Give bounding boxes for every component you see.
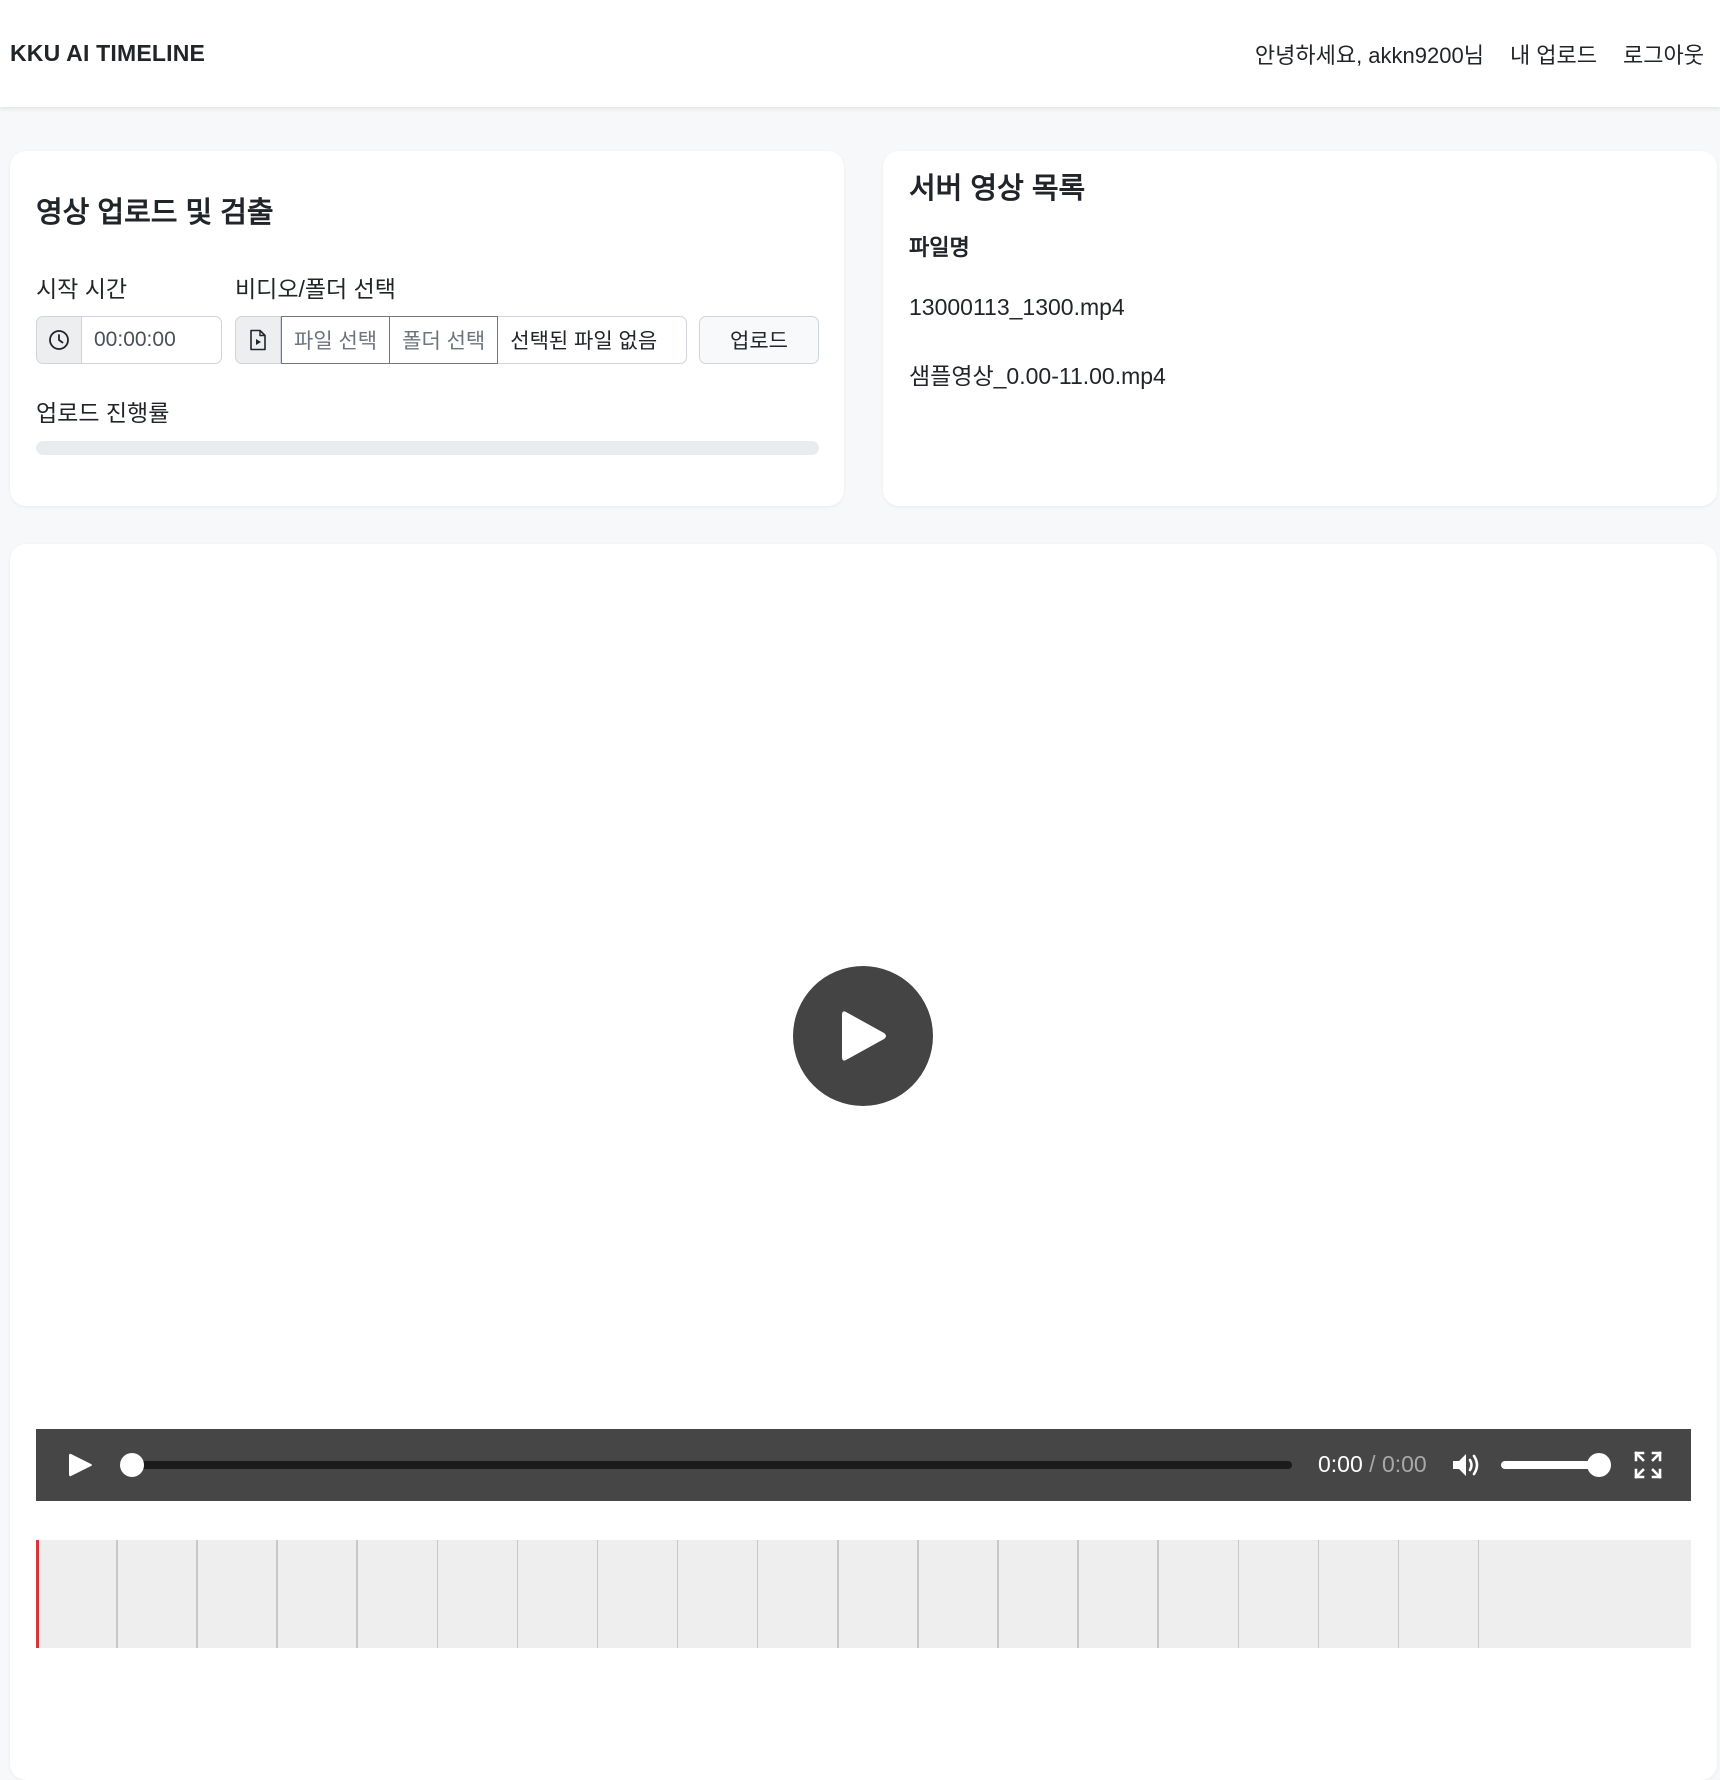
clock-icon — [36, 316, 82, 364]
server-file-item[interactable]: 13000113_1300.mp4 — [909, 294, 1125, 321]
timeline-tick — [1077, 1540, 1079, 1648]
timeline-tick — [516, 1540, 519, 1648]
volume-slider[interactable] — [1501, 1453, 1611, 1477]
duration-time: 0:00 — [1381, 1451, 1427, 1477]
timeline-tick — [756, 1540, 759, 1648]
video-file-icon — [235, 316, 281, 364]
upload-card: 영상 업로드 및 검출 시작 시간 비디오/폴더 선택 00:00:00 파일 … — [10, 151, 844, 506]
big-play-button[interactable] — [793, 966, 933, 1106]
fullscreen-icon — [1634, 1451, 1662, 1479]
time-separator: / — [1362, 1451, 1382, 1477]
seek-bar[interactable] — [120, 1453, 1292, 1477]
timeline-tick — [676, 1540, 679, 1648]
file-select-button[interactable]: 파일 선택 — [281, 316, 391, 364]
timeline-tick — [196, 1540, 198, 1648]
upload-progress-label: 업로드 진행률 — [36, 400, 170, 426]
filename-column-header: 파일명 — [909, 235, 970, 260]
brand-title[interactable]: KKU AI TIMELINE — [10, 40, 205, 67]
detection-timeline[interactable] — [36, 1540, 1691, 1648]
my-uploads-link[interactable]: 내 업로드 — [1510, 38, 1597, 70]
file-status-text: 선택된 파일 없음 — [498, 316, 687, 364]
timeline-tick — [997, 1540, 999, 1648]
upload-card-title: 영상 업로드 및 검출 — [36, 197, 274, 229]
video-controls-bar: 0:00 / 0:00 — [36, 1429, 1691, 1501]
volume-icon — [1453, 1454, 1479, 1476]
timeline-tick — [276, 1540, 278, 1648]
start-time-input[interactable]: 00:00:00 — [82, 316, 222, 364]
play-icon — [69, 1453, 92, 1477]
timeline-tick — [356, 1540, 358, 1648]
timeline-tick — [436, 1540, 438, 1648]
current-time: 0:00 — [1318, 1451, 1363, 1477]
timeline-tick — [1477, 1540, 1480, 1648]
timeline-tick — [596, 1540, 599, 1648]
server-file-item[interactable]: 샘플영상_0.00-11.00.mp4 — [909, 357, 1166, 391]
timeline-tick — [917, 1540, 919, 1648]
upload-progress-bar — [36, 441, 819, 455]
timeline-tick — [1157, 1540, 1159, 1648]
timeline-tick — [837, 1540, 839, 1648]
fullscreen-button[interactable] — [1634, 1451, 1662, 1479]
volume-handle[interactable] — [1587, 1453, 1611, 1477]
nav-right: 안녕하세요, akkn9200님 내 업로드 로그아웃 — [1255, 38, 1704, 70]
video-folder-label: 비디오/폴더 선택 — [235, 276, 396, 302]
time-display: 0:00 / 0:00 — [1318, 1451, 1427, 1478]
folder-select-button[interactable]: 폴더 선택 — [390, 316, 499, 364]
play-icon — [842, 1011, 886, 1061]
timeline-tick — [1317, 1540, 1320, 1648]
user-greeting: 안녕하세요, akkn9200님 — [1254, 42, 1484, 68]
timeline-playhead[interactable] — [36, 1540, 39, 1648]
timeline-tick — [1397, 1540, 1400, 1648]
play-pause-button[interactable] — [66, 1451, 94, 1479]
logout-link[interactable]: 로그아웃 — [1623, 38, 1704, 70]
timeline-tick — [1237, 1540, 1239, 1648]
timeline-tick — [116, 1540, 118, 1648]
top-navbar: KKU AI TIMELINE 안녕하세요, akkn9200님 내 업로드 로… — [0, 0, 1720, 107]
upload-button[interactable]: 업로드 — [699, 316, 819, 364]
file-picker-group: 파일 선택 폴더 선택 선택된 파일 없음 — [235, 316, 687, 364]
start-time-label: 시작 시간 — [36, 276, 128, 302]
server-list-title: 서버 영상 목록 — [909, 173, 1086, 205]
seek-handle[interactable] — [120, 1453, 144, 1477]
volume-button[interactable] — [1450, 1449, 1482, 1481]
server-video-list-card: 서버 영상 목록 파일명 13000113_1300.mp4 샘플영상_0.00… — [883, 151, 1717, 506]
video-player-card: 0:00 / 0:00 — [10, 544, 1717, 1780]
start-time-group: 00:00:00 — [36, 316, 222, 364]
